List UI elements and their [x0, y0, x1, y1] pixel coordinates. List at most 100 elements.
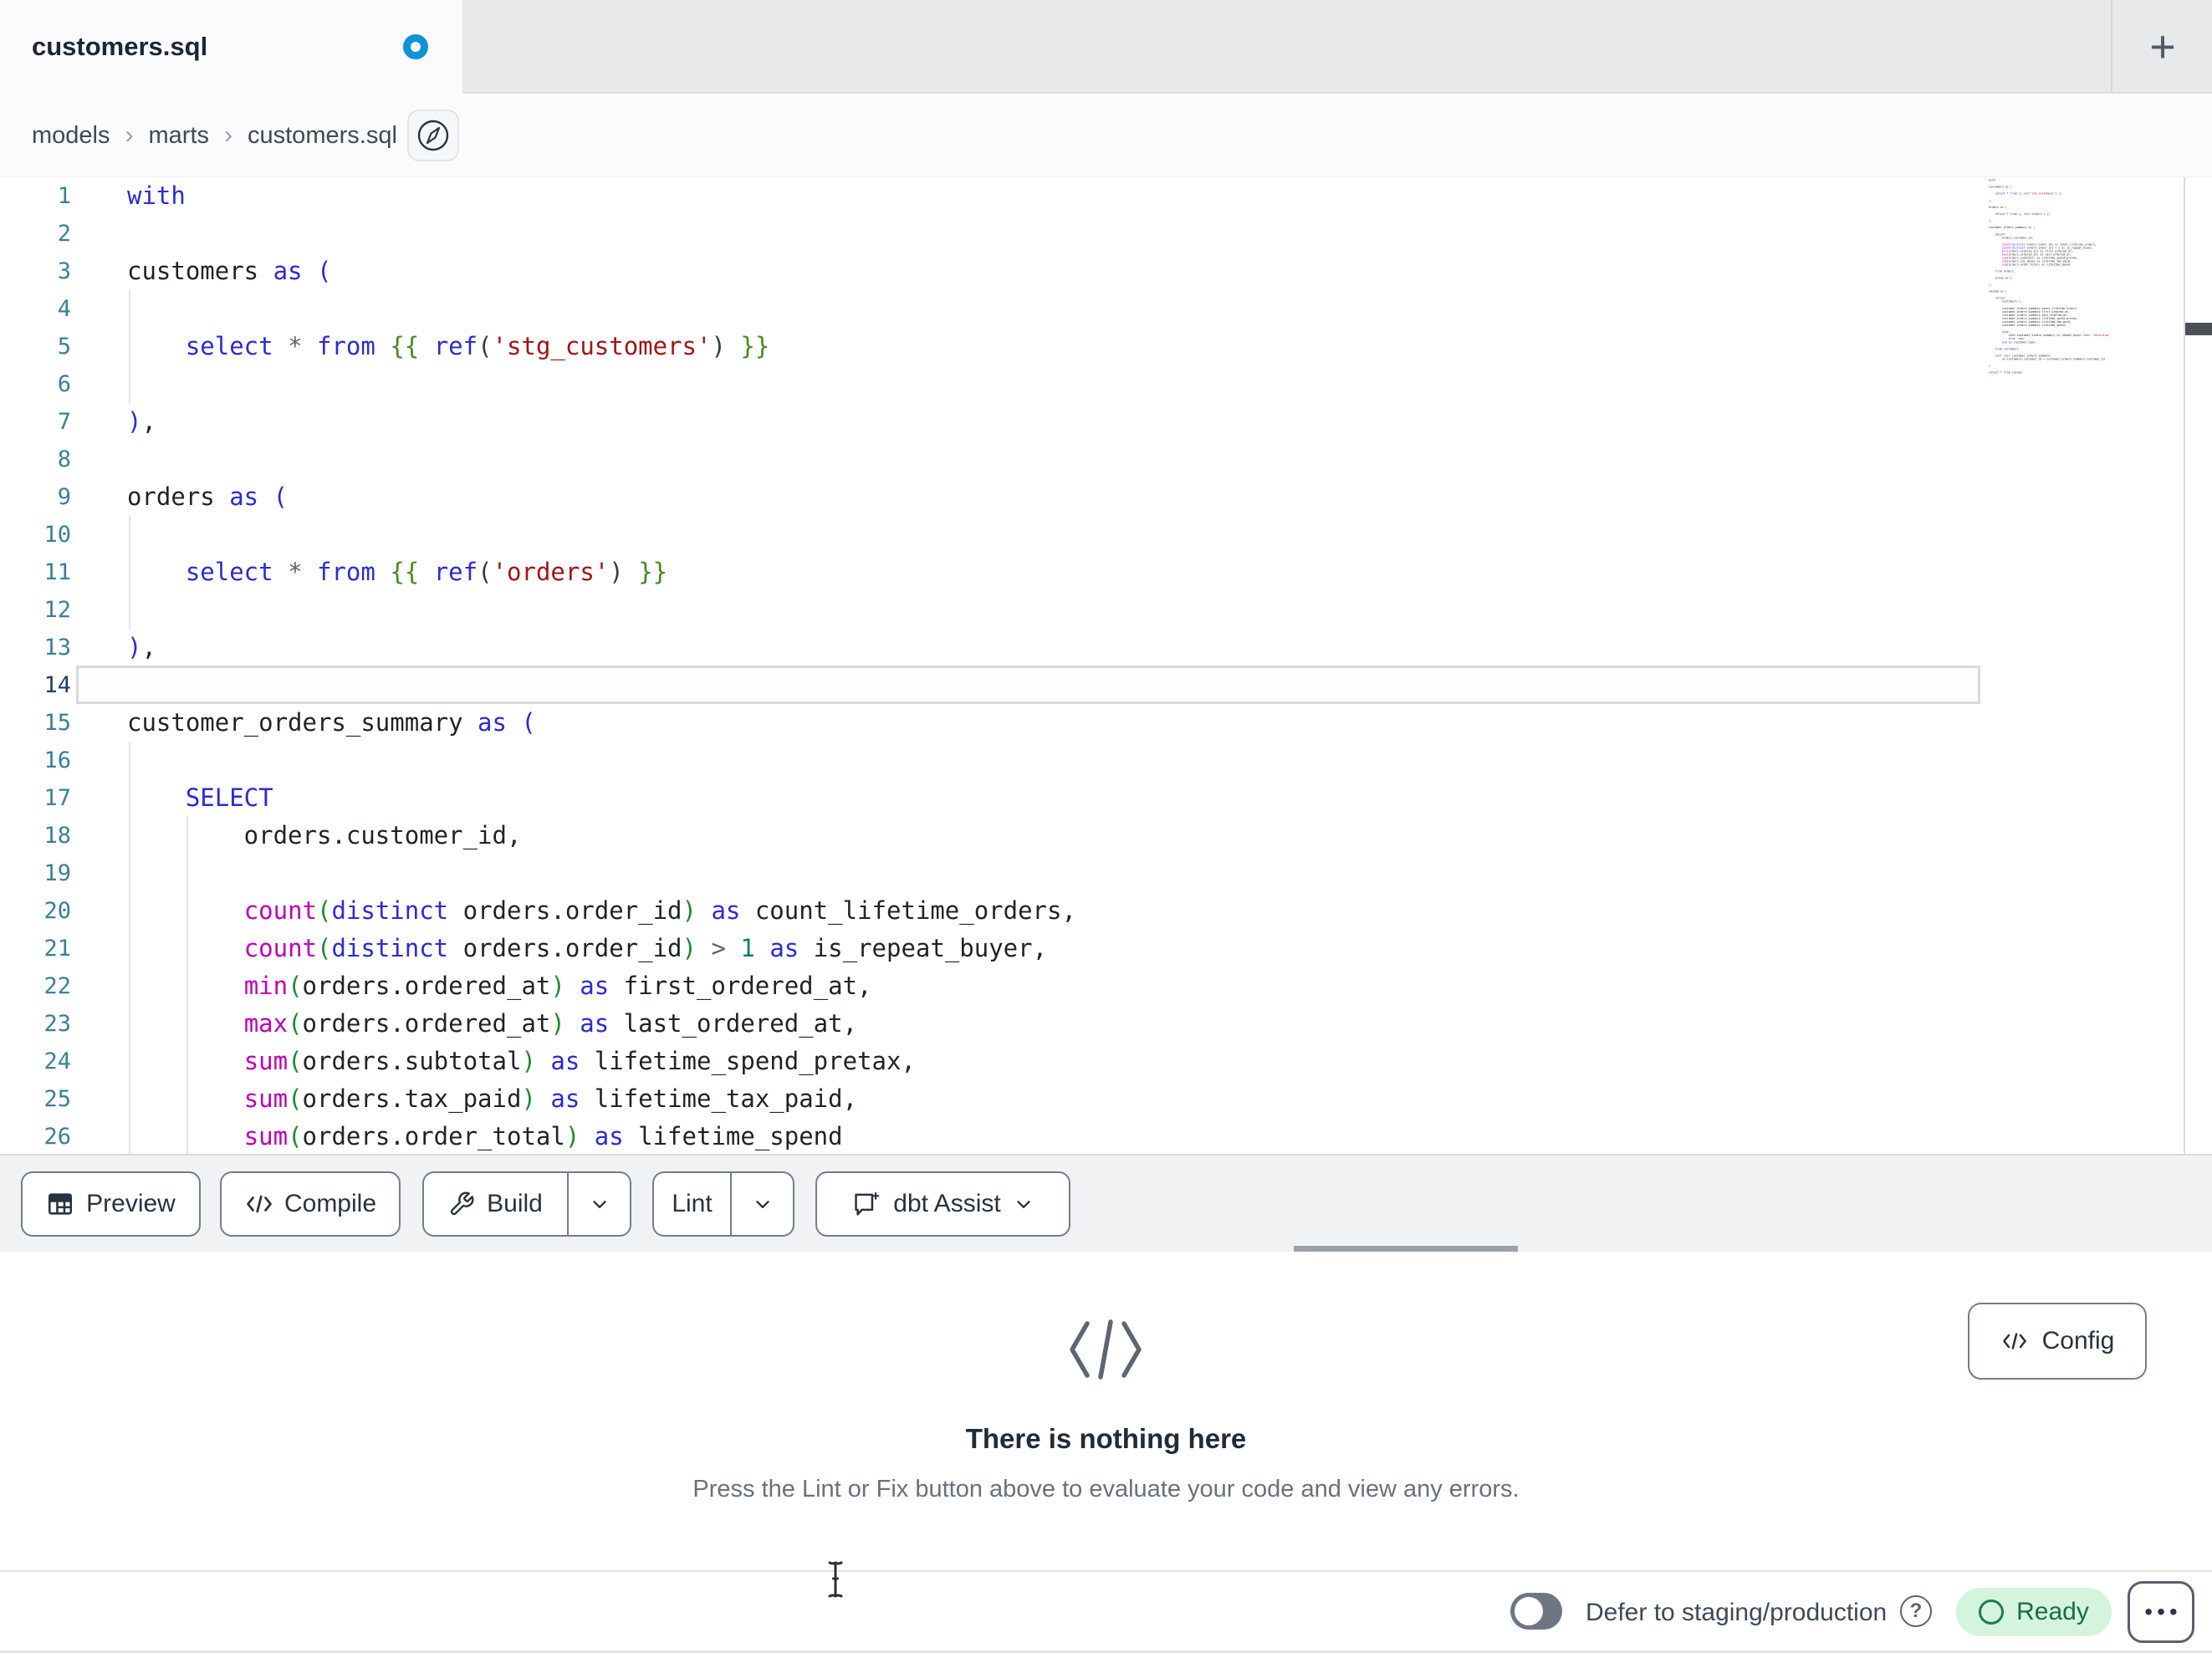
line-number-13[interactable]: 13 — [0, 629, 71, 666]
config-button[interactable]: Config — [1968, 1303, 2147, 1380]
lint-label: Lint — [672, 1190, 713, 1217]
line-number-11[interactable]: 11 — [0, 554, 71, 591]
indent-guide — [129, 290, 130, 403]
dbt-assist-button[interactable]: dbt Assist — [815, 1171, 1070, 1237]
defer-label: Defer to staging/production — [1586, 1599, 1888, 1626]
code-empty-icon — [1065, 1317, 1146, 1382]
ellipsis-icon: ••• — [2144, 1599, 2182, 1625]
chevron-right-icon: › — [125, 121, 134, 149]
line-number-18[interactable]: 18 — [0, 817, 71, 855]
tab-title: customers.sql — [32, 32, 208, 61]
line-number-22[interactable]: 22 — [0, 967, 71, 1005]
code-line-7[interactable]: ), — [127, 403, 1076, 441]
minimap-content: with customers as ( select * from {{ ref… — [1989, 179, 2110, 375]
line-number-14[interactable]: 14 — [0, 666, 71, 704]
new-tab-button[interactable]: + — [2129, 15, 2196, 79]
action-toolbar: Preview Compile Build Lint dbt Assist — [0, 1154, 2212, 1253]
table-icon — [46, 1190, 74, 1218]
code-line-13[interactable]: ), — [127, 629, 1076, 666]
more-options-button[interactable]: ••• — [2128, 1581, 2194, 1643]
line-number-9[interactable]: 9 — [0, 478, 71, 516]
line-number-4[interactable]: 4 — [0, 290, 71, 328]
line-number-8[interactable]: 8 — [0, 441, 71, 478]
editor-minimap[interactable]: with customers as ( select * from {{ ref… — [1989, 179, 2156, 1149]
breadcrumb-models[interactable]: models — [32, 122, 110, 150]
dbt-ide-window: customers.sql + models › marts › custome… — [0, 0, 2212, 1653]
wrench-icon — [448, 1191, 475, 1217]
code-line-18[interactable]: orders.customer_id, — [127, 817, 1076, 855]
lint-button[interactable]: Lint — [654, 1173, 730, 1235]
code-line-8[interactable] — [127, 441, 1076, 478]
help-icon[interactable]: ? — [1900, 1595, 1932, 1627]
line-number-3[interactable]: 3 — [0, 253, 71, 290]
code-line-17[interactable]: SELECT — [127, 779, 1076, 817]
indent-guide — [186, 817, 188, 1154]
line-number-23[interactable]: 23 — [0, 1005, 71, 1043]
line-number-20[interactable]: 20 — [0, 892, 71, 930]
code-line-11[interactable]: select * from {{ ref('orders') }} — [127, 554, 1076, 591]
preview-button[interactable]: Preview — [21, 1171, 201, 1237]
editor-gutter: 1 2 3 4 5 6 7 8 9 10 11 12 13 14 15 16 17 18 19 20 21 22 23 24 2… — [0, 177, 71, 1154]
code-line-19[interactable] — [127, 855, 1076, 892]
code-line-4[interactable] — [127, 290, 1076, 328]
line-number-24[interactable]: 24 — [0, 1043, 71, 1080]
code-line-16[interactable] — [127, 742, 1076, 779]
breadcrumb-row: models › marts › customers.sql — [0, 94, 2212, 266]
line-number-6[interactable]: 6 — [0, 365, 71, 403]
code-line-10[interactable] — [127, 516, 1076, 554]
code-line-12[interactable] — [127, 591, 1076, 629]
code-line-23[interactable]: max(orders.ordered_at) as last_ordered_a… — [127, 1005, 1076, 1043]
line-number-19[interactable]: 19 — [0, 855, 71, 892]
code-line-20[interactable]: count(distinct orders.order_id) as count… — [127, 892, 1076, 930]
code-line-15[interactable]: customer_orders_summary as ( — [127, 704, 1076, 742]
code-line-21[interactable]: count(distinct orders.order_id) > 1 as i… — [127, 930, 1076, 967]
breadcrumb-customers-sql[interactable]: customers.sql — [248, 122, 397, 150]
build-split-button: Build — [422, 1171, 631, 1237]
code-line-1[interactable]: with — [127, 177, 1076, 215]
line-number-25[interactable]: 25 — [0, 1080, 71, 1118]
tab-customers-sql[interactable]: customers.sql — [0, 0, 462, 94]
code-icon — [244, 1191, 274, 1217]
status-circle-icon — [1979, 1599, 2005, 1625]
compile-label: Compile — [284, 1190, 377, 1217]
line-number-2[interactable]: 2 — [0, 215, 71, 253]
line-number-10[interactable]: 10 — [0, 516, 71, 554]
code-line-22[interactable]: min(orders.ordered_at) as first_ordered_… — [127, 967, 1076, 1005]
line-number-16[interactable]: 16 — [0, 742, 71, 779]
build-dropdown-button[interactable] — [569, 1173, 630, 1235]
compass-icon — [416, 118, 451, 153]
code-line-14[interactable] — [127, 666, 1076, 704]
breadcrumb-marts[interactable]: marts — [149, 122, 210, 150]
line-number-1[interactable]: 1 — [0, 177, 71, 215]
config-label: Config — [2041, 1327, 2115, 1355]
line-number-21[interactable]: 21 — [0, 930, 71, 967]
code-line-9[interactable]: orders as ( — [127, 478, 1076, 516]
build-button[interactable]: Build — [424, 1173, 567, 1235]
code-line-24[interactable]: sum(orders.subtotal) as lifetime_spend_p… — [127, 1043, 1076, 1080]
defer-toggle[interactable] — [1510, 1593, 1562, 1630]
code-line-2[interactable] — [127, 215, 1076, 253]
line-number-5[interactable]: 5 — [0, 328, 71, 365]
code-line-6[interactable] — [127, 365, 1076, 403]
indent-guide — [129, 742, 130, 1154]
text-cursor-pointer — [825, 1560, 846, 1599]
code-editor[interactable]: 1 2 3 4 5 6 7 8 9 10 11 12 13 14 15 16 17 18 19 20 21 22 23 24 2… — [0, 177, 2212, 1154]
line-number-7[interactable]: 7 — [0, 403, 71, 441]
chevron-down-icon — [589, 1193, 610, 1215]
compile-button[interactable]: Compile — [220, 1171, 401, 1237]
line-number-15[interactable]: 15 — [0, 704, 71, 742]
panel-resize-handle[interactable] — [2185, 323, 2212, 335]
lint-dropdown-button[interactable] — [732, 1173, 793, 1235]
line-number-12[interactable]: 12 — [0, 591, 71, 629]
code-line-25[interactable]: sum(orders.tax_paid) as lifetime_tax_pai… — [127, 1080, 1076, 1118]
chevron-down-icon — [1013, 1193, 1034, 1215]
indent-guide — [129, 516, 130, 629]
code-line-5[interactable]: select * from {{ ref('stg_customers') }} — [127, 328, 1076, 365]
empty-state-title: There is nothing here — [965, 1423, 1247, 1454]
line-number-26[interactable]: 26 — [0, 1118, 71, 1154]
explore-lineage-button[interactable] — [407, 110, 459, 161]
code-line-3[interactable]: customers as ( — [127, 253, 1076, 290]
line-number-17[interactable]: 17 — [0, 779, 71, 817]
status-bar: Defer to staging/production ? Ready ••• — [0, 1570, 2212, 1653]
code-line-26[interactable]: sum(orders.order_total) as lifetime_spen… — [127, 1118, 1076, 1154]
